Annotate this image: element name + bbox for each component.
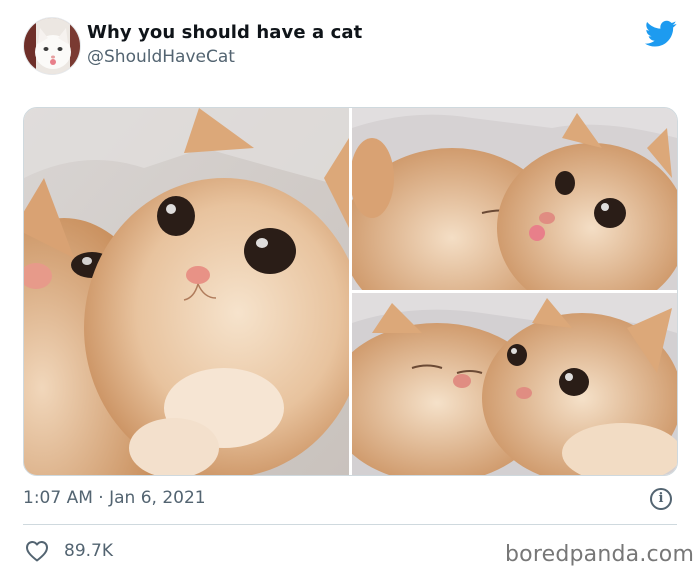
twitter-bird-icon[interactable] bbox=[645, 20, 677, 48]
tweet-media-grid bbox=[23, 107, 678, 476]
cat-photo-icon bbox=[352, 293, 677, 475]
like-count[interactable]: 89.7K bbox=[64, 541, 113, 561]
display-name[interactable]: Why you should have a cat bbox=[87, 22, 362, 43]
cat-photo-2[interactable] bbox=[352, 108, 677, 290]
info-icon[interactable]: i bbox=[650, 488, 672, 510]
cat-photo-1[interactable] bbox=[24, 108, 349, 475]
tweet-card: Why you should have a cat @ShouldHaveCat bbox=[0, 0, 700, 579]
cat-avatar-icon bbox=[24, 18, 80, 74]
user-handle[interactable]: @ShouldHaveCat bbox=[87, 47, 235, 67]
tweet-timestamp[interactable]: 1:07 AM · Jan 6, 2021 bbox=[23, 488, 206, 508]
cat-photo-icon bbox=[24, 108, 349, 475]
avatar[interactable] bbox=[24, 18, 80, 74]
cat-photo-3[interactable] bbox=[352, 293, 677, 475]
cat-photo-icon bbox=[352, 108, 677, 290]
heart-icon[interactable] bbox=[25, 540, 49, 562]
divider bbox=[23, 524, 677, 525]
watermark: boredpanda.com bbox=[505, 542, 695, 567]
